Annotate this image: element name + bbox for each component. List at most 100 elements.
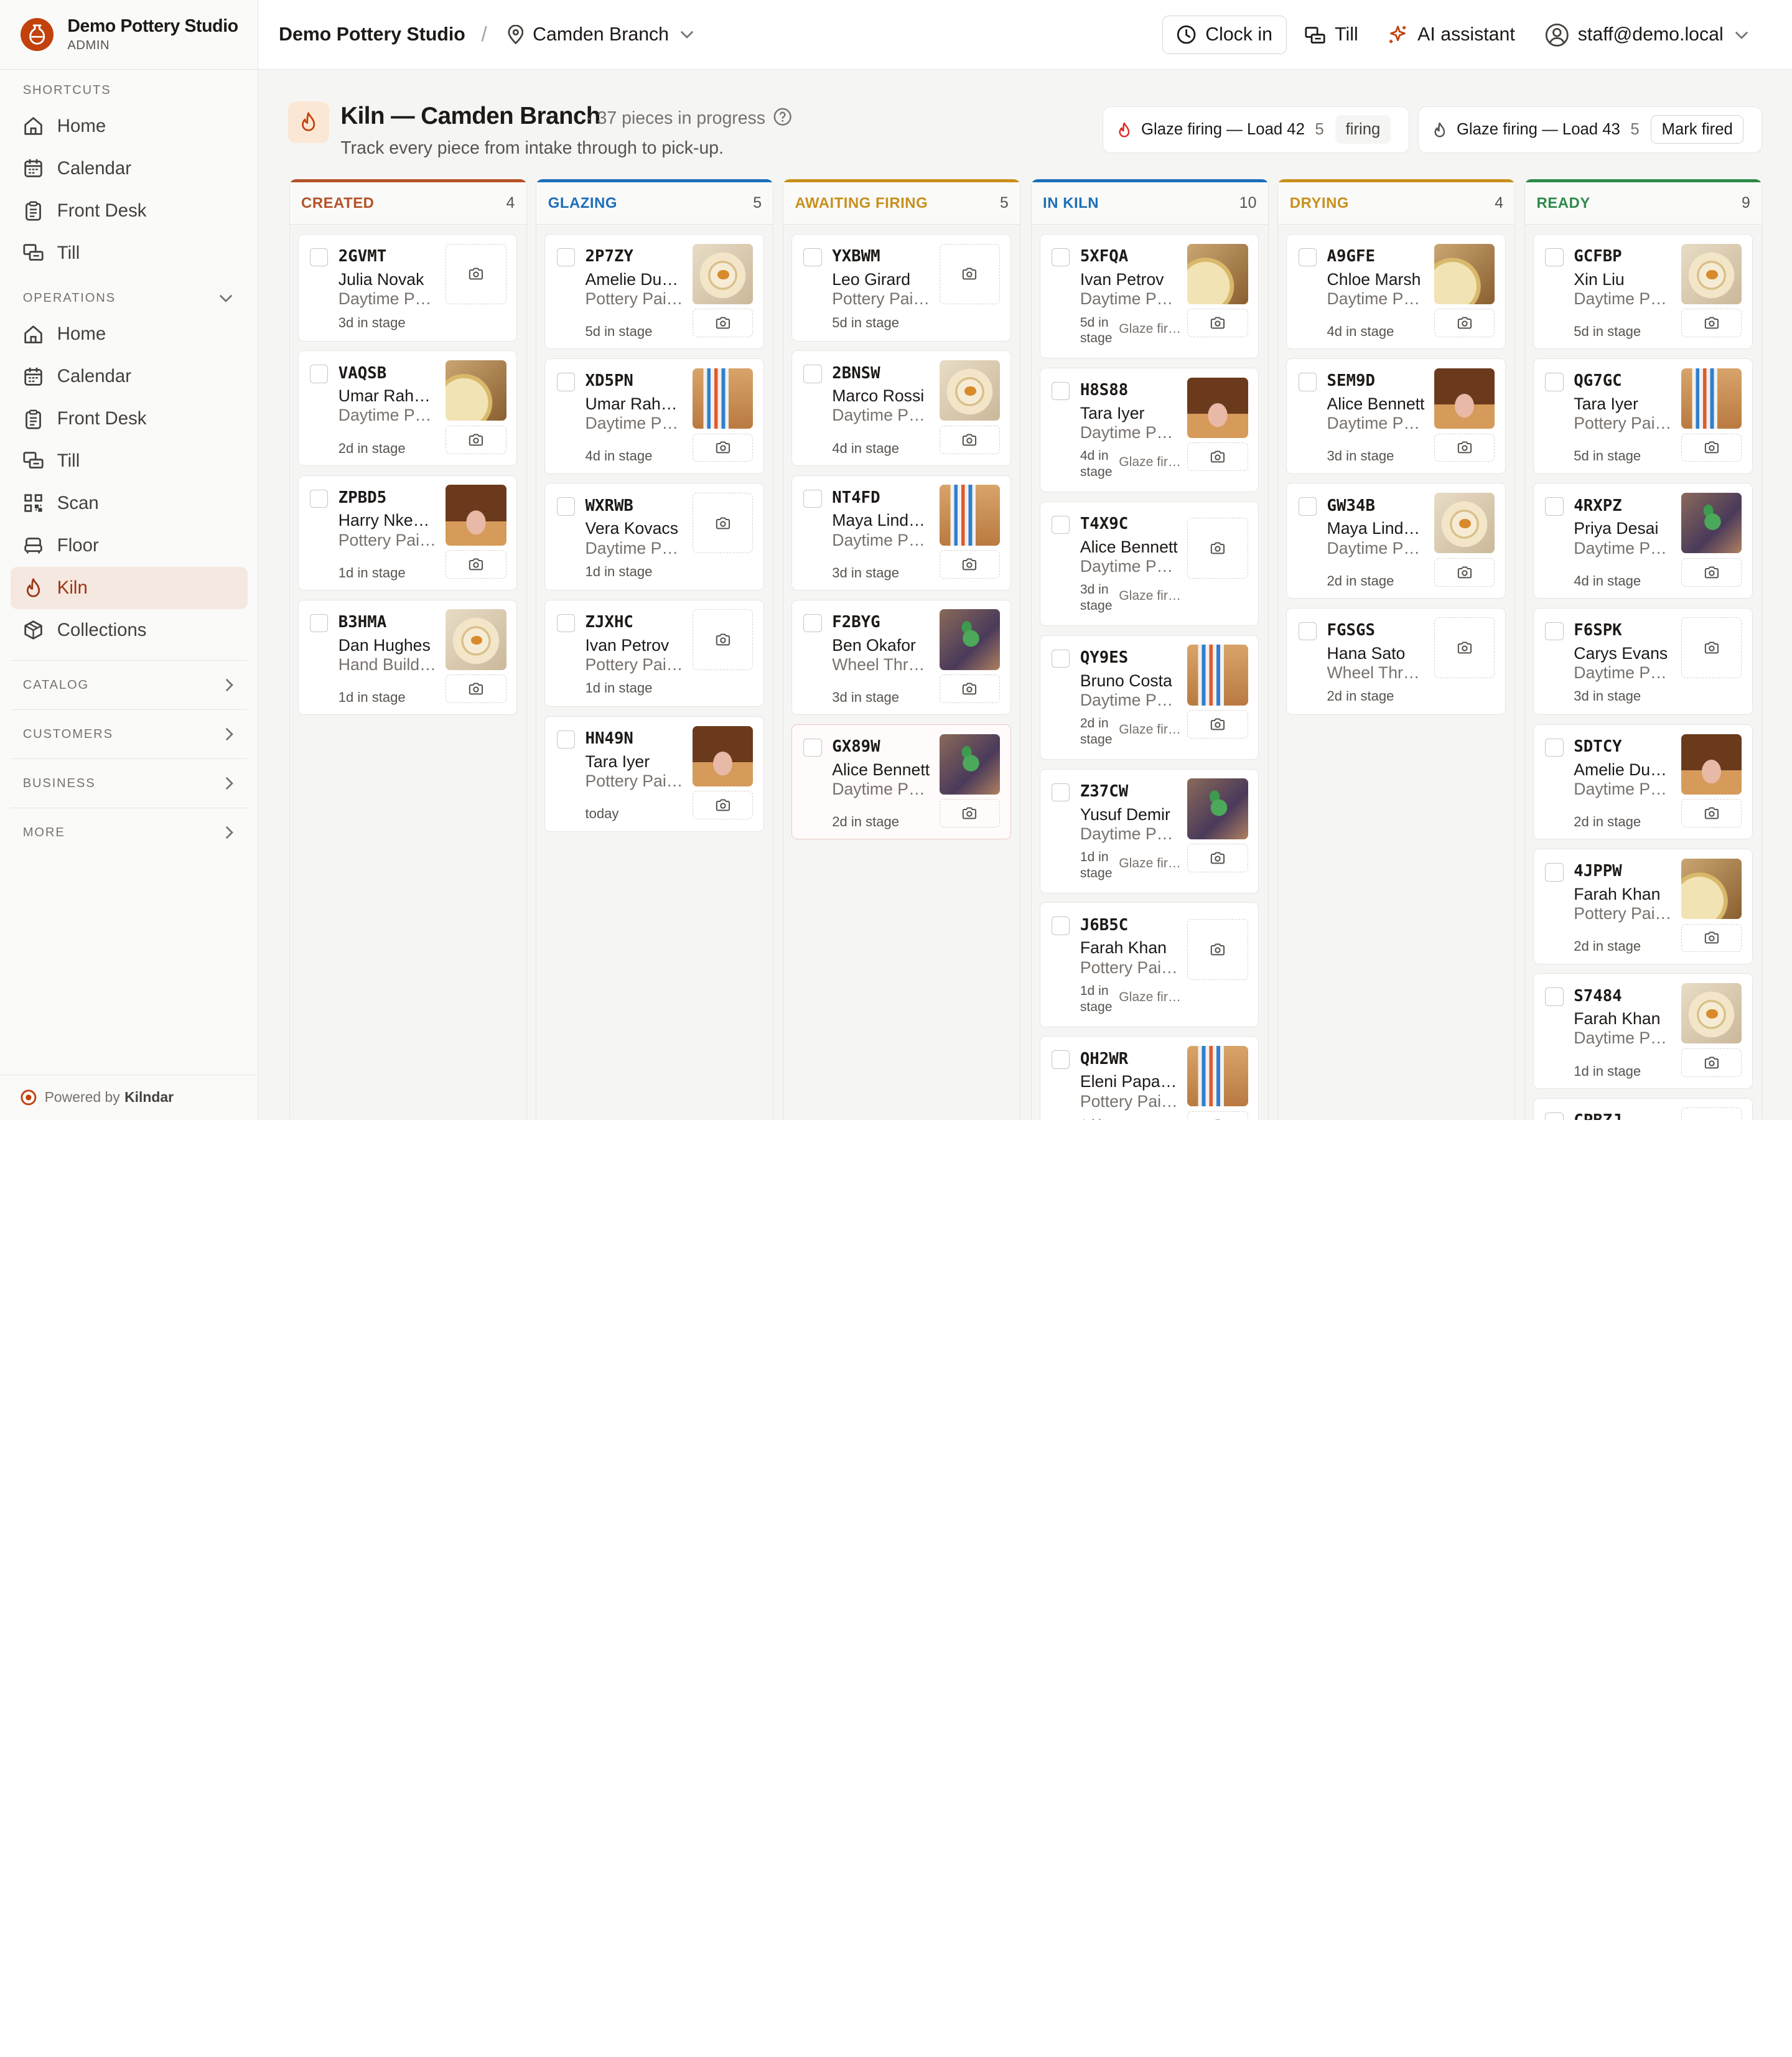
piece-photo[interactable]	[693, 725, 754, 787]
camera-icon[interactable]	[939, 243, 1001, 305]
sidebar-item-calendar[interactable]: Calendar	[11, 147, 248, 190]
piece-card[interactable]: SEM9D Alice BennettDaytime Pottery Painti…	[1286, 358, 1506, 474]
piece-card[interactable]: 2BNSW Marco RossiDaytime Pottery Painting…	[791, 350, 1011, 466]
camera-icon[interactable]	[446, 549, 506, 579]
camera-icon[interactable]	[1681, 433, 1742, 462]
piece-card[interactable]: 4RXPZ Priya DesaiDaytime Pottery Painting…	[1533, 483, 1753, 599]
select-checkbox[interactable]	[556, 613, 575, 633]
camera-icon[interactable]	[1681, 799, 1742, 828]
select-checkbox[interactable]	[309, 613, 329, 633]
select-checkbox[interactable]	[1545, 987, 1564, 1006]
till-button[interactable]: Till	[1305, 24, 1358, 45]
select-checkbox[interactable]	[1051, 515, 1070, 534]
select-checkbox[interactable]	[1051, 248, 1070, 267]
piece-card[interactable]: Z37CW Yusuf DemirDaytime Pottery Painting…	[1039, 768, 1259, 893]
sidebar-item-till[interactable]: Till	[11, 232, 248, 274]
camera-icon[interactable]	[1187, 1111, 1248, 1120]
sidebar-item-scan[interactable]: Scan	[11, 482, 248, 525]
piece-card[interactable]: GCFBP Xin LiuDaytime Pottery Painting 5d i…	[1533, 233, 1753, 350]
camera-icon[interactable]	[1681, 1108, 1742, 1120]
camera-icon[interactable]	[446, 674, 506, 704]
piece-card[interactable]: QG7GC Tara IyerPottery Painting 5d in stag…	[1533, 358, 1753, 474]
piece-photo[interactable]	[1187, 377, 1248, 438]
piece-photo[interactable]	[1434, 368, 1495, 429]
select-checkbox[interactable]	[1051, 649, 1070, 668]
sidebar-item-home[interactable]: Home	[11, 313, 248, 355]
sidebar-item-home[interactable]: Home	[11, 105, 248, 147]
piece-photo[interactable]	[1681, 368, 1742, 429]
mark-fired-button[interactable]: Mark fired	[1651, 115, 1744, 144]
piece-card[interactable]: H8S88 Tara IyerDaytime Pottery Painting 4d…	[1039, 367, 1259, 493]
camera-icon[interactable]	[1434, 617, 1495, 678]
piece-photo[interactable]	[939, 734, 1001, 795]
select-checkbox[interactable]	[1298, 373, 1317, 391]
piece-photo[interactable]	[446, 485, 506, 546]
piece-card[interactable]: S7484 Farah KhanDaytime Pottery Painting 1…	[1533, 973, 1753, 1089]
camera-icon[interactable]	[1434, 309, 1495, 338]
camera-icon[interactable]	[1187, 710, 1248, 739]
camera-icon[interactable]	[939, 425, 1001, 454]
clock-in-button[interactable]: Clock in	[1162, 15, 1287, 55]
operations-toggle[interactable]: OPERATIONS	[0, 289, 258, 307]
piece-card[interactable]: F6SPK Carys EvansDaytime Pottery Painting…	[1533, 607, 1753, 716]
section-customers[interactable]: CUSTOMERS	[10, 709, 248, 758]
section-more[interactable]: MORE	[10, 808, 248, 857]
piece-photo[interactable]	[1681, 493, 1742, 554]
camera-icon[interactable]	[1681, 1048, 1742, 1077]
sidebar-item-kiln[interactable]: Kiln	[10, 566, 248, 609]
help-icon[interactable]	[773, 108, 792, 131]
select-checkbox[interactable]	[1545, 497, 1564, 516]
select-checkbox[interactable]	[1545, 863, 1564, 882]
piece-card[interactable]: ZJXHC Ivan PetrovPottery Painting 1d in st…	[544, 599, 764, 707]
piece-photo[interactable]	[446, 360, 506, 421]
piece-card[interactable]: NT4FD Maya LindgrenDaytime Pottery Painti…	[791, 475, 1011, 591]
select-checkbox[interactable]	[803, 365, 822, 383]
camera-icon[interactable]	[1187, 442, 1248, 472]
piece-card[interactable]: VAQSB Umar RahmanDaytime Pottery Painting…	[297, 350, 518, 466]
select-checkbox[interactable]	[309, 489, 329, 508]
camera-icon[interactable]	[693, 309, 754, 338]
camera-icon[interactable]	[939, 674, 1001, 704]
sidebar-item-front-desk[interactable]: Front Desk	[11, 190, 248, 232]
piece-photo[interactable]	[1681, 734, 1742, 795]
select-checkbox[interactable]	[803, 613, 822, 633]
piece-card[interactable]: 5XFQA Ivan PetrovDaytime Pottery Painting…	[1039, 233, 1259, 359]
ai-assistant-button[interactable]: AI assistant	[1388, 24, 1515, 45]
piece-card[interactable]: 2P7ZY Amelie DuboisPottery Painting 5d in …	[544, 233, 764, 350]
brand[interactable]: Demo Pottery Studio ADMIN	[0, 0, 258, 70]
piece-card[interactable]: QH2WR Eleni PapadopoulosPottery Painting 1…	[1039, 1036, 1259, 1120]
select-checkbox[interactable]	[1298, 622, 1317, 640]
piece-card[interactable]: B3HMA Dan Hughes Hand Building 1d in stage	[297, 599, 518, 716]
piece-card[interactable]: 2GVMT Julia NovakDaytime Pottery Painting…	[297, 233, 518, 342]
camera-icon[interactable]	[939, 549, 1001, 579]
camera-icon[interactable]	[1187, 518, 1248, 579]
piece-photo[interactable]	[1681, 983, 1742, 1044]
piece-card[interactable]: 4JPPW Farah KhanPottery Painting 2d in sta…	[1533, 849, 1753, 964]
piece-card[interactable]: J6B5C Farah KhanPottery Painting 1d in sta…	[1039, 902, 1259, 1027]
select-checkbox[interactable]	[1051, 783, 1070, 801]
select-checkbox[interactable]	[1051, 917, 1070, 935]
piece-photo[interactable]	[1187, 778, 1248, 839]
piece-photo[interactable]	[693, 368, 754, 429]
piece-photo[interactable]	[1187, 645, 1248, 706]
camera-icon[interactable]	[446, 243, 506, 305]
piece-photo[interactable]	[1434, 493, 1495, 554]
select-checkbox[interactable]	[803, 738, 822, 757]
piece-card[interactable]: FGSGS Hana SatoWheel Throwing 2d in stage	[1286, 607, 1506, 716]
piece-photo[interactable]	[1681, 858, 1742, 920]
branch-selector[interactable]: Camden Branch	[508, 24, 703, 45]
select-checkbox[interactable]	[1545, 373, 1564, 391]
select-checkbox[interactable]	[1545, 622, 1564, 640]
camera-icon[interactable]	[1187, 309, 1248, 338]
select-checkbox[interactable]	[556, 730, 575, 749]
select-checkbox[interactable]	[556, 497, 575, 516]
piece-card[interactable]: HN49N Tara IyerPottery Painting today	[544, 716, 764, 832]
section-business[interactable]: BUSINESS	[10, 758, 248, 808]
select-checkbox[interactable]	[1051, 381, 1070, 401]
piece-card[interactable]: ZPBD5 Harry NkemeluPottery Painting 1d in …	[297, 475, 518, 591]
sidebar-item-floor[interactable]: Floor	[11, 525, 248, 567]
piece-photo[interactable]	[939, 360, 1001, 421]
camera-icon[interactable]	[1681, 617, 1742, 678]
kiln-load-2[interactable]: Glaze firing — Load 43 5 Mark fired	[1418, 106, 1763, 154]
piece-card[interactable]: T4X9C Alice BennettDaytime Pottery Painti…	[1039, 501, 1259, 626]
